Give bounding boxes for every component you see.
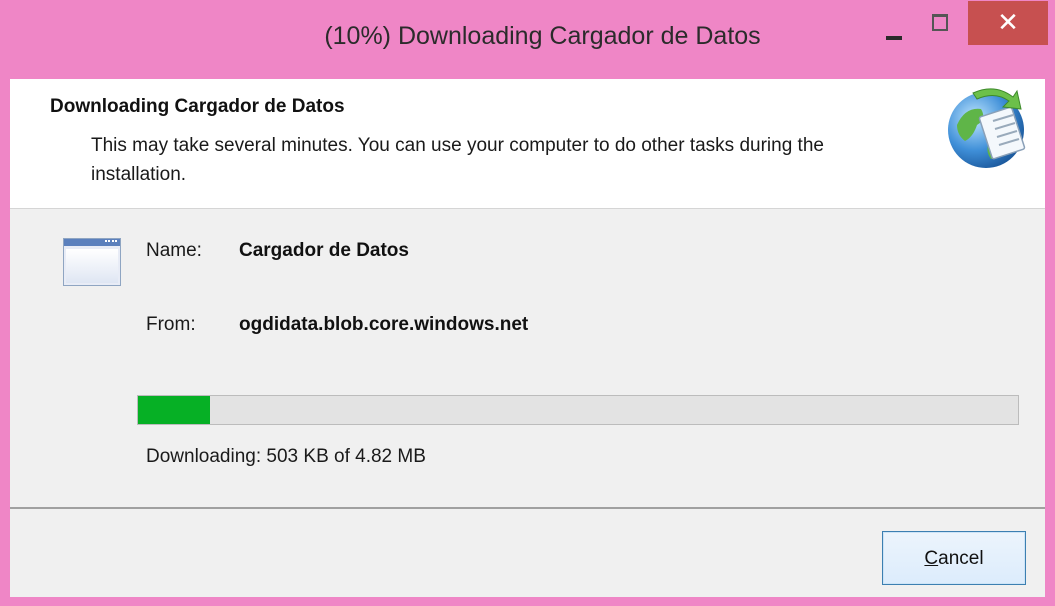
- from-value: ogdidata.blob.core.windows.net: [239, 314, 529, 335]
- footer-bar: Cancel: [10, 509, 1045, 597]
- header-description: This may take several minutes. You can u…: [91, 135, 824, 185]
- globe-document-icon: [948, 88, 1026, 168]
- minimize-icon: [886, 36, 902, 40]
- download-status: Downloading: 503 KB of 4.82 MB: [146, 446, 426, 467]
- cancel-label: ancel: [938, 548, 984, 569]
- application-window-icon: [63, 238, 121, 286]
- cancel-accelerator: C: [924, 548, 939, 569]
- name-label: Name:: [146, 240, 202, 261]
- header-panel: Downloading Cargador de Datos This may t…: [10, 79, 1045, 209]
- close-icon: ✕: [997, 7, 1019, 37]
- installer-window: (10%) Downloading Cargador de Datos ✕ Do…: [0, 0, 1055, 606]
- close-button[interactable]: ✕: [968, 1, 1048, 45]
- maximize-button[interactable]: [924, 10, 958, 40]
- minimize-button[interactable]: [878, 14, 912, 44]
- title-bar[interactable]: (10%) Downloading Cargador de Datos ✕: [0, 0, 1055, 80]
- header-title: Downloading Cargador de Datos: [50, 96, 345, 117]
- download-progress-bar: [137, 395, 1019, 425]
- name-value: Cargador de Datos: [239, 240, 409, 261]
- maximize-icon: [932, 14, 948, 31]
- progress-fill: [138, 396, 211, 424]
- cancel-button[interactable]: Cancel: [882, 531, 1026, 585]
- download-details: Name: Cargador de Datos From: ogdidata.b…: [10, 209, 1045, 509]
- from-label: From:: [146, 314, 196, 335]
